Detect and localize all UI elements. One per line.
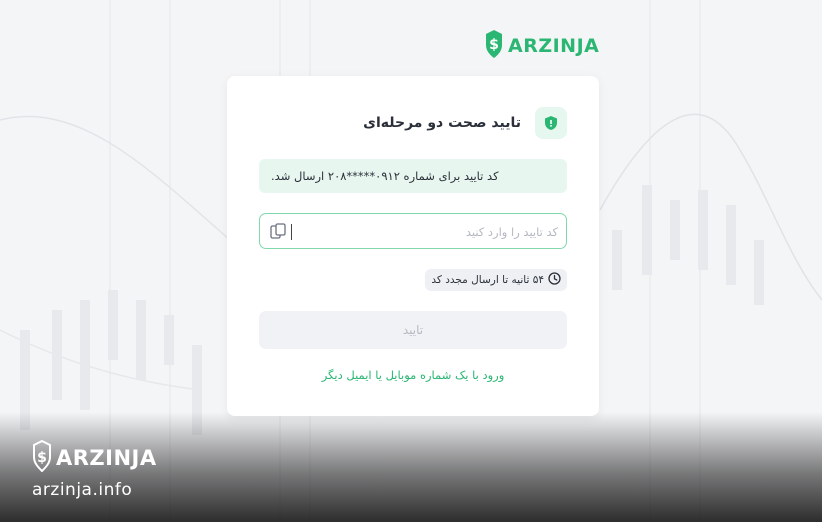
- brand-name: ARZINJA: [508, 35, 600, 57]
- resend-timer-label: ۵۴ ثانیه تا ارسال مجدد کد: [431, 274, 544, 286]
- page-title: تایید صحت دو مرحله‌ای: [363, 115, 521, 131]
- otp-input[interactable]: [296, 219, 560, 245]
- watermark-url: arzinja.info: [32, 480, 133, 500]
- resend-timer: ۵۴ ثانیه تا ارسال مجدد کد: [425, 269, 567, 291]
- svg-text:$: $: [37, 450, 47, 466]
- card-header: تایید صحت دو مرحله‌ای: [363, 107, 567, 139]
- brand-logo: $ ARZINJA: [484, 30, 599, 62]
- watermark-logo: $ ARZINJA: [32, 439, 157, 476]
- watermark-brand-name: ARZINJA: [56, 446, 157, 470]
- two-factor-card: تایید صحت دو مرحله‌ای کد تایید برای شمار…: [227, 76, 599, 416]
- clipboard-icon[interactable]: [268, 222, 288, 240]
- dollar-shield-icon: $: [484, 29, 504, 63]
- watermark: $ ARZINJA arzinja.info: [32, 439, 157, 500]
- confirm-button[interactable]: تایید: [259, 311, 567, 349]
- code-sent-message: کد تایید برای شماره ۰۹۱۲*****۲۰۸ ارسال ش…: [259, 159, 567, 193]
- shield-icon: [535, 107, 567, 139]
- text-caret: [291, 224, 292, 240]
- otp-field[interactable]: [259, 213, 567, 249]
- svg-text:$: $: [489, 37, 499, 53]
- alt-login-link[interactable]: ورود با یک شماره موبایل یا ایمیل دیگر: [227, 368, 599, 382]
- dollar-shield-icon: $: [32, 439, 52, 476]
- clock-icon: [548, 272, 561, 288]
